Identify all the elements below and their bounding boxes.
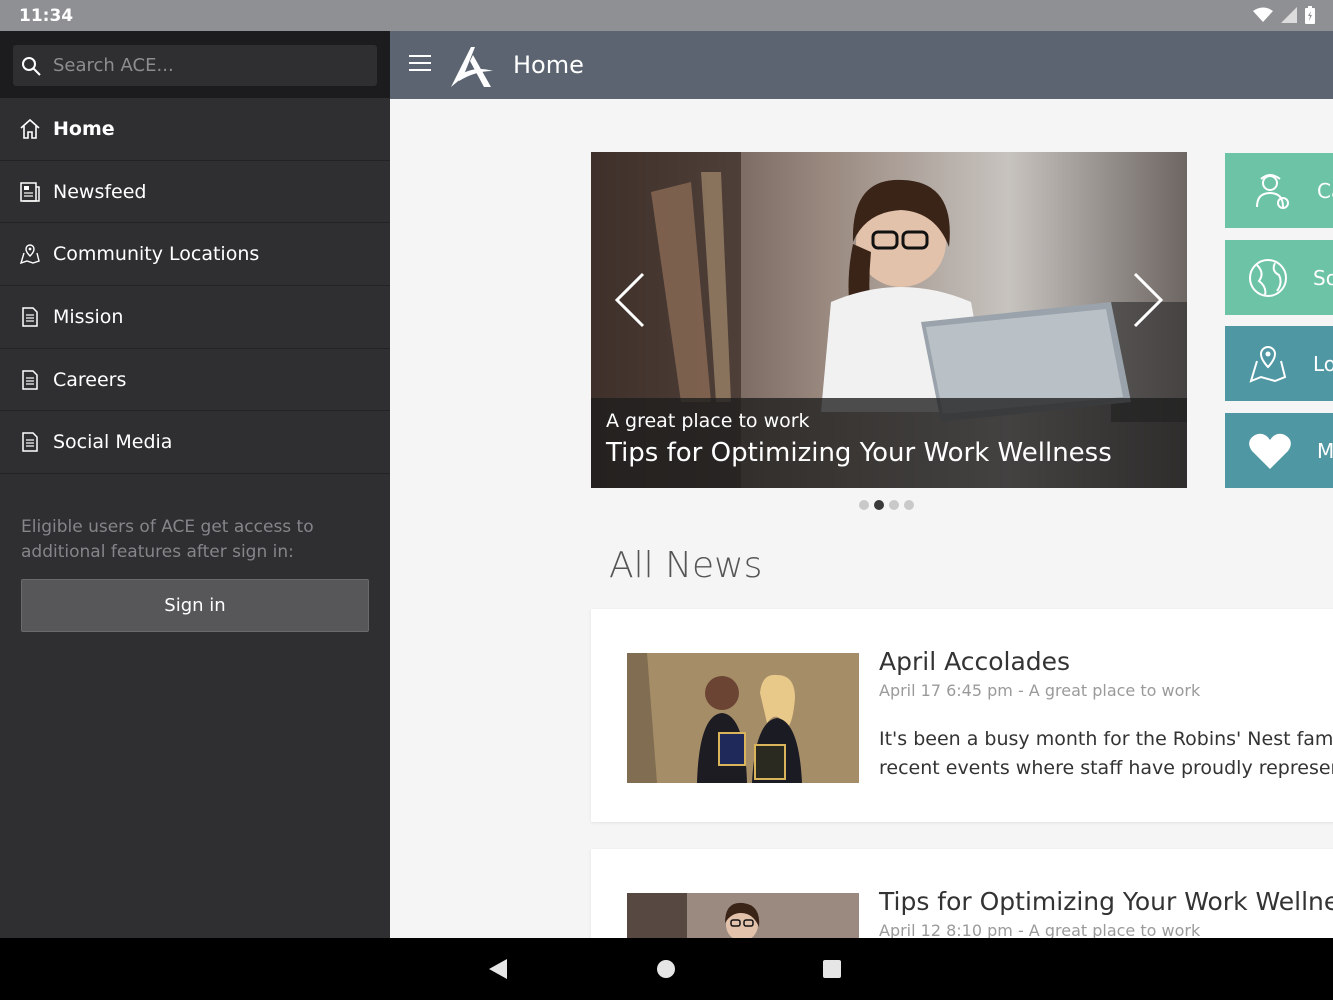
location-map-icon <box>1249 345 1287 383</box>
location-map-icon <box>19 243 41 265</box>
document-icon <box>19 369 41 391</box>
sidebar-item-label: Careers <box>53 368 127 391</box>
carousel-headline: Tips for Optimizing Your Work Wellness <box>606 438 1112 468</box>
search-icon <box>22 56 41 76</box>
sidebar-item-label: Mission <box>53 305 124 328</box>
news-title: Tips for Optimizing Your Work Wellnes <box>879 887 1333 916</box>
carousel-dot[interactable] <box>889 500 899 510</box>
sidebar-item-social-media[interactable]: Social Media <box>0 411 390 475</box>
main-content: A great place to work Tips for Optimizin… <box>390 99 1333 938</box>
tile-social[interactable]: So <box>1225 240 1333 315</box>
back-icon[interactable] <box>487 957 509 981</box>
tile-label: So <box>1313 265 1333 290</box>
news-thumbnail <box>627 893 859 938</box>
hamburger-menu-icon[interactable] <box>409 53 431 73</box>
home-button-icon[interactable] <box>656 959 676 979</box>
app-header: Home <box>390 31 1333 99</box>
search-input[interactable] <box>53 55 353 76</box>
sidebar-item-mission[interactable]: Mission <box>0 286 390 349</box>
battery-icon <box>1305 6 1315 24</box>
news-title: April Accolades <box>879 647 1071 676</box>
recents-icon[interactable] <box>822 959 842 979</box>
sign-in-note: Eligible users of ACE get access to addi… <box>21 517 314 563</box>
carousel-dot-active[interactable] <box>874 500 884 510</box>
news-excerpt-line: recent events where staff have proudly r… <box>879 757 1333 779</box>
page-title: Home <box>513 51 584 79</box>
caregiver-icon <box>1256 173 1289 209</box>
navigation-drawer: Home Newsfeed Community Locations Missio… <box>0 31 390 938</box>
document-icon <box>19 431 41 453</box>
document-icon <box>19 306 41 328</box>
tile-label: M <box>1317 438 1333 463</box>
system-navigation-bar <box>0 938 1333 1000</box>
search-bar <box>0 31 390 98</box>
home-icon <box>19 118 41 140</box>
carousel-dot[interactable] <box>904 500 914 510</box>
status-bar: 11:34 <box>0 0 1333 31</box>
sign-in-button[interactable]: Sign in <box>21 579 369 633</box>
news-card[interactable]: April Accolades April 17 6:45 pm - A gre… <box>591 609 1333 822</box>
tile-mission[interactable]: M <box>1225 413 1333 488</box>
sidebar-item-label: Social Media <box>53 431 173 454</box>
carousel-next-icon[interactable] <box>1131 272 1165 328</box>
sidebar-item-label: Newsfeed <box>53 180 147 203</box>
sidebar-item-home[interactable]: Home <box>0 98 390 161</box>
carousel-subtitle: A great place to work <box>606 410 810 432</box>
heart-icon <box>1249 433 1291 469</box>
sidebar-item-label: Home <box>53 117 115 140</box>
carousel-caption: A great place to work Tips for Optimizin… <box>591 398 1187 488</box>
carousel-dot[interactable] <box>859 500 869 510</box>
ace-logo-icon <box>451 47 493 87</box>
carousel-indicators <box>859 500 914 510</box>
status-icons <box>1253 6 1315 24</box>
tile-label: Lo <box>1313 351 1333 376</box>
carousel-prev-icon[interactable] <box>613 272 647 328</box>
status-time: 11:34 <box>19 6 74 26</box>
wifi-icon <box>1253 7 1273 22</box>
signal-icon <box>1281 7 1297 23</box>
news-meta: April 12 8:10 pm - A great place to work <box>879 921 1201 938</box>
news-excerpt-line: It's been a busy month for the Robins' N… <box>879 728 1333 750</box>
section-title: All News <box>609 545 763 586</box>
news-thumbnail <box>627 653 859 783</box>
tile-caregivers[interactable]: Ca <box>1225 153 1333 228</box>
sidebar-item-label: Community Locations <box>53 243 260 266</box>
news-excerpt: It's been a busy month for the Robins' N… <box>879 725 1333 783</box>
news-card[interactable]: Tips for Optimizing Your Work Wellnes Ap… <box>591 849 1333 938</box>
newsfeed-icon <box>19 181 41 203</box>
sidebar-item-careers[interactable]: Careers <box>0 349 390 412</box>
globe-icon <box>1249 258 1287 297</box>
featured-carousel[interactable]: A great place to work Tips for Optimizin… <box>591 152 1187 488</box>
sidebar-item-newsfeed[interactable]: Newsfeed <box>0 161 390 224</box>
tile-locations[interactable]: Lo <box>1225 326 1333 401</box>
news-meta: April 17 6:45 pm - A great place to work <box>879 681 1201 700</box>
tile-label: Ca <box>1317 178 1333 203</box>
sidebar-item-community-locations[interactable]: Community Locations <box>0 223 390 287</box>
search-box[interactable] <box>13 45 377 86</box>
